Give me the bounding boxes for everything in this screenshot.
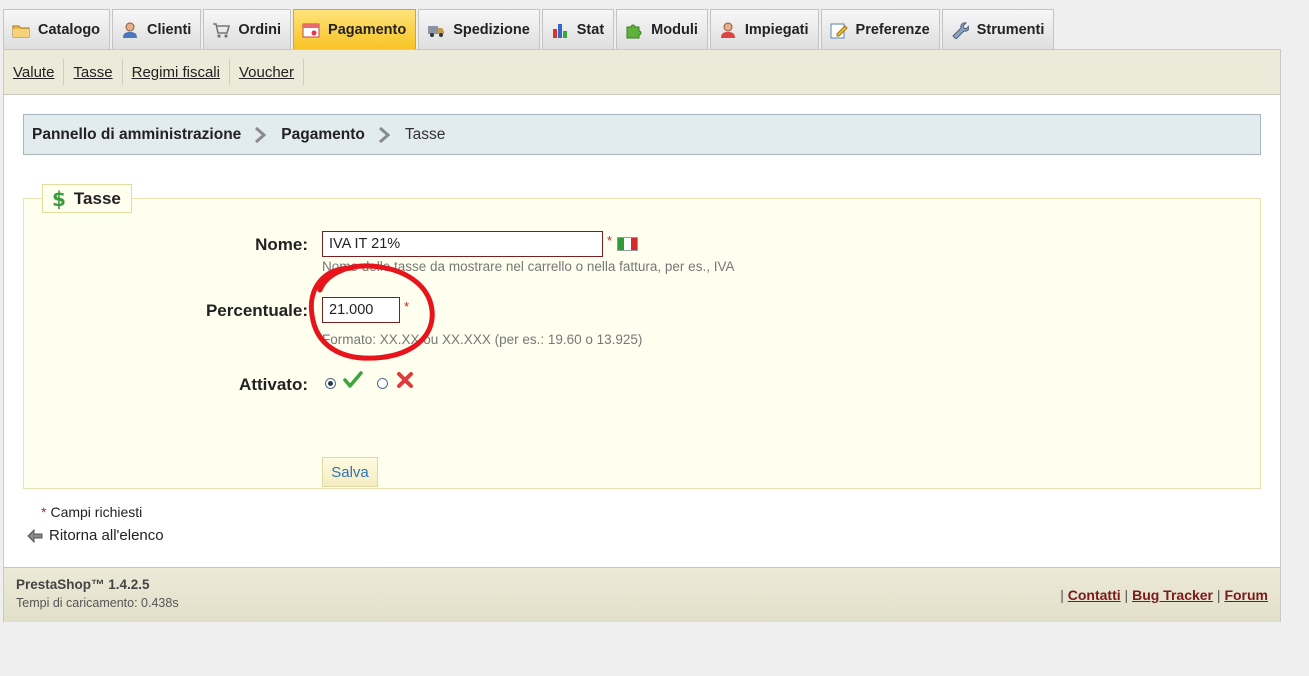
tax-name-input[interactable] xyxy=(322,231,603,257)
subnav-divider xyxy=(228,59,230,85)
tab-pagamento[interactable]: Pagamento xyxy=(293,9,417,49)
subnav-divider xyxy=(303,59,305,85)
tab-label: Impiegati xyxy=(744,21,809,38)
tab-label: Clienti xyxy=(147,21,192,38)
subnav-link-voucher[interactable]: Voucher xyxy=(239,64,294,81)
puzzle-icon xyxy=(626,24,642,38)
tab-label: Moduli xyxy=(651,21,698,38)
main-tab-bar: Catalogo Clienti Ordini Pagamento Spediz… xyxy=(3,9,1056,49)
sub-navigation: Valute Tasse Regimi fiscali Voucher xyxy=(4,50,1280,95)
required-note-text: Campi richiesti xyxy=(50,504,143,520)
footer: PrestaShop™ 1.4.2.5 Tempi di caricamento… xyxy=(4,567,1280,622)
dollar-icon: $ xyxy=(52,186,66,211)
required-fields-note: * Campi richiesti xyxy=(41,504,142,520)
tax-rate-input[interactable] xyxy=(322,297,400,323)
chevron-right-icon xyxy=(255,126,267,143)
subnav-divider xyxy=(121,59,123,85)
tab-ordini[interactable]: Ordini xyxy=(203,9,292,49)
tab-spedizione[interactable]: Spedizione xyxy=(418,9,540,49)
save-button[interactable]: Salva xyxy=(322,457,378,487)
subnav-divider xyxy=(63,59,65,85)
tab-stat[interactable]: Stat xyxy=(541,9,615,49)
required-marker: * xyxy=(607,233,613,248)
admin-content-frame: Valute Tasse Regimi fiscali Voucher Pann… xyxy=(3,49,1281,622)
tab-label: Ordini xyxy=(238,21,282,38)
active-yes-radio[interactable] xyxy=(325,378,336,389)
breadcrumb-current: Tasse xyxy=(404,125,446,143)
subnav-link-regimi-fiscali[interactable]: Regimi fiscali xyxy=(132,64,220,81)
active-label: Attivato: xyxy=(239,375,308,394)
fieldset-legend: $ Tasse xyxy=(42,184,132,213)
tax-form-fieldset: $ Tasse Nome: * Nome delle tasse da most… xyxy=(23,184,1261,520)
cart-icon xyxy=(213,22,231,38)
footer-load-time: Tempi di caricamento: 0.438s xyxy=(16,596,179,610)
tab-catalogo[interactable]: Catalogo xyxy=(3,9,111,49)
checkmark-icon[interactable] xyxy=(343,371,363,389)
subnav-link-valute[interactable]: Valute xyxy=(13,64,54,81)
italy-flag-icon[interactable] xyxy=(617,237,638,251)
employee-icon xyxy=(720,22,735,38)
breadcrumb: Pannello di amministrazione Pagamento Ta… xyxy=(23,114,1261,155)
name-hint: Nome delle tasse da mostrare nel carrell… xyxy=(322,259,735,274)
back-to-list-label: Ritorna all'elenco xyxy=(49,527,164,544)
truck-icon xyxy=(428,25,445,37)
arrow-left-icon xyxy=(27,528,43,543)
tab-label: Stat xyxy=(576,21,605,38)
footer-link-forum[interactable]: Forum xyxy=(1224,587,1268,603)
tab-label: Catalogo xyxy=(38,21,101,38)
breadcrumb-section[interactable]: Pagamento xyxy=(281,126,365,144)
percent-label: Percentuale: xyxy=(205,301,308,320)
tab-clienti[interactable]: Clienti xyxy=(112,9,202,49)
chevron-right-icon xyxy=(378,126,391,143)
tab-label: Spedizione xyxy=(453,21,530,38)
breadcrumb-root[interactable]: Pannello di amministrazione xyxy=(32,126,241,144)
required-marker: * xyxy=(404,299,410,314)
back-to-list-link[interactable]: Ritorna all'elenco xyxy=(27,527,164,544)
payment-icon xyxy=(302,23,320,37)
subnav-link-tasse[interactable]: Tasse xyxy=(73,64,112,81)
footer-link-contatti[interactable]: Contatti xyxy=(1068,587,1121,603)
name-label: Nome: xyxy=(255,235,308,254)
folder-icon xyxy=(12,25,30,37)
tab-impiegati[interactable]: Impiegati xyxy=(709,9,819,49)
wrench-icon xyxy=(951,21,969,39)
tab-moduli[interactable]: Moduli xyxy=(616,9,708,49)
active-no-radio[interactable] xyxy=(377,378,388,389)
tab-label: Strumenti xyxy=(976,21,1045,38)
legend-title: Tasse xyxy=(73,188,121,208)
cross-icon[interactable] xyxy=(396,371,414,389)
edit-icon xyxy=(830,23,848,38)
footer-link-bug-tracker[interactable]: Bug Tracker xyxy=(1132,587,1213,603)
required-marker: * xyxy=(41,504,47,520)
footer-links: | Contatti | Bug Tracker | Forum xyxy=(1060,587,1268,603)
percent-hint: Formato: XX.XX ou XX.XXX (per es.: 19.60… xyxy=(322,332,643,347)
tab-label: Preferenze xyxy=(855,21,930,38)
tab-preferenze[interactable]: Preferenze xyxy=(820,9,940,49)
footer-version: PrestaShop™ 1.4.2.5 xyxy=(16,577,150,592)
tab-strumenti[interactable]: Strumenti xyxy=(941,9,1055,49)
tab-label: Pagamento xyxy=(328,21,407,38)
bar-chart-icon xyxy=(552,23,567,38)
user-icon xyxy=(123,22,138,38)
